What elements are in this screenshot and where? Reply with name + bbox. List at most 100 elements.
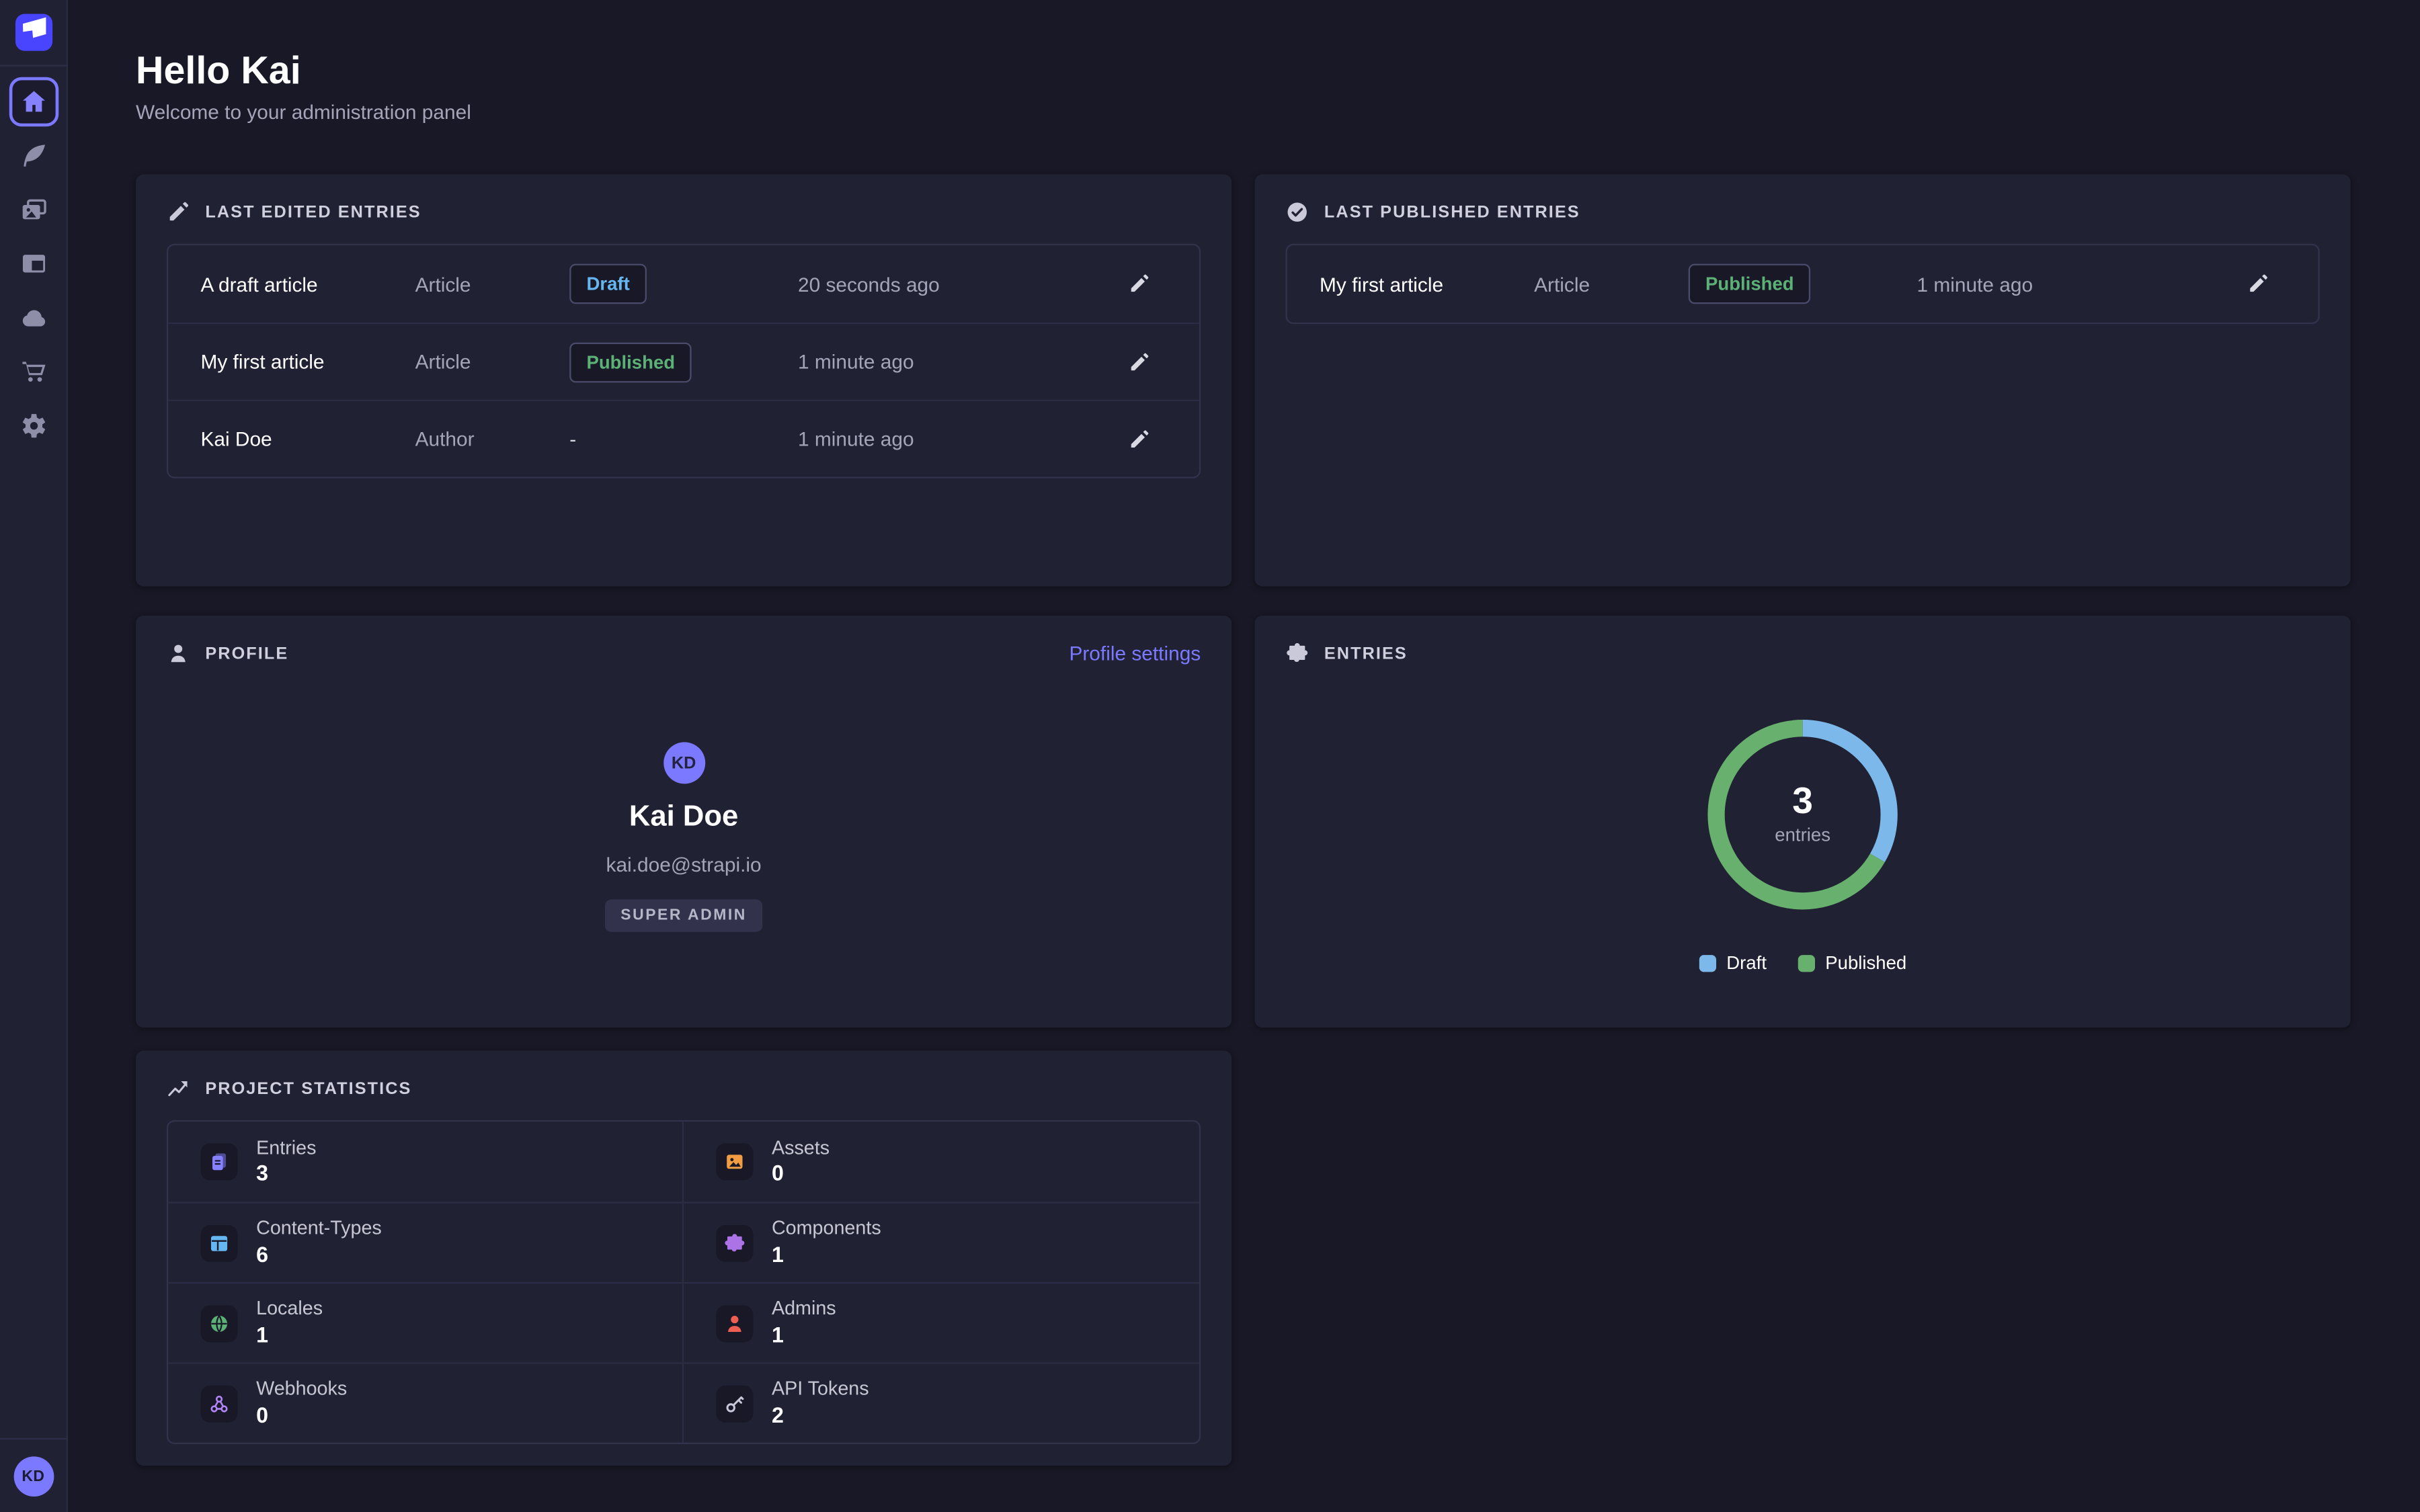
strapi-admin-dashboard: KD Hello Kai Welcome to your administrat… bbox=[0, 0, 2420, 1512]
gear-icon bbox=[19, 412, 47, 439]
stat-icon-tile bbox=[716, 1304, 753, 1341]
pencil-icon bbox=[1128, 428, 1150, 450]
pencil-icon bbox=[1128, 351, 1150, 372]
sidebar-item-settings[interactable] bbox=[9, 401, 58, 450]
stat-locales: Locales1 bbox=[168, 1282, 684, 1362]
stat-label: Components bbox=[772, 1218, 881, 1240]
stat-label: Entries bbox=[256, 1137, 316, 1159]
person-icon bbox=[724, 1312, 745, 1334]
card-header: LAST PUBLISHED ENTRIES bbox=[1255, 174, 2351, 243]
stat-assets: Assets0 bbox=[684, 1122, 1199, 1202]
table-row[interactable]: My first articleArticlePublished1 minute… bbox=[168, 323, 1199, 400]
sidebar-item-content-manager[interactable] bbox=[9, 131, 58, 180]
sidebar-item-media-library[interactable] bbox=[9, 185, 58, 235]
layout-icon bbox=[19, 250, 47, 278]
sidebar-item-deploy[interactable] bbox=[9, 293, 58, 342]
stat-label: Admins bbox=[772, 1298, 836, 1320]
card-title: LAST PUBLISHED ENTRIES bbox=[1324, 203, 1580, 222]
stat-value: 1 bbox=[772, 1242, 881, 1268]
images-icon bbox=[19, 196, 47, 224]
last-published-table: My first articleArticlePublished1 minute… bbox=[1285, 244, 2319, 324]
last-edited-table: A draft articleArticleDraft20 seconds ag… bbox=[167, 244, 1201, 478]
sidebar-divider-bottom bbox=[0, 1438, 67, 1439]
stat-icon-tile bbox=[200, 1385, 237, 1422]
puzzle-icon bbox=[1285, 642, 1308, 665]
card-header: LAST EDITED ENTRIES bbox=[136, 174, 1232, 243]
table-row[interactable]: A draft articleArticleDraft20 seconds ag… bbox=[168, 245, 1199, 323]
entry-name: A draft article bbox=[200, 272, 415, 295]
entries-total-label: entries bbox=[1775, 824, 1830, 845]
card-title: PROJECT STATISTICS bbox=[205, 1079, 411, 1098]
stat-webhooks: Webhooks0 bbox=[168, 1362, 684, 1442]
stat-label: Locales bbox=[256, 1298, 323, 1320]
legend-item-published: Published bbox=[1798, 952, 1906, 974]
entry-updated: 1 minute ago bbox=[798, 427, 1111, 450]
entry-status-cell: Published bbox=[1689, 264, 1917, 304]
status-badge: Published bbox=[569, 342, 692, 382]
stat-icon-tile bbox=[200, 1224, 237, 1261]
entry-updated: 1 minute ago bbox=[798, 350, 1111, 373]
status-badge: Published bbox=[1689, 264, 1811, 304]
main-content: Hello Kai Welcome to your administration… bbox=[68, 0, 2420, 1512]
edit-entry-button[interactable] bbox=[1111, 422, 1167, 456]
entry-updated: 1 minute ago bbox=[1917, 272, 2230, 295]
legend-label: Published bbox=[1825, 952, 1906, 974]
stat-content-types: Content-Types6 bbox=[168, 1202, 684, 1282]
entry-type: Article bbox=[415, 272, 570, 295]
edit-entry-button[interactable] bbox=[1111, 345, 1167, 379]
card-title: ENTRIES bbox=[1324, 644, 1408, 663]
stat-icon-tile bbox=[200, 1304, 237, 1341]
table-row[interactable]: My first articleArticlePublished1 minute… bbox=[1287, 245, 2318, 323]
entry-name: Kai Doe bbox=[200, 427, 415, 450]
puzzle-piece-icon bbox=[724, 1232, 745, 1253]
user-avatar[interactable]: KD bbox=[13, 1456, 54, 1497]
check-circle-icon bbox=[1285, 200, 1308, 223]
pencil-icon bbox=[1128, 273, 1150, 294]
card-header: ENTRIES bbox=[1255, 616, 2351, 685]
cart-icon bbox=[19, 358, 47, 386]
entry-type: Author bbox=[415, 427, 570, 450]
entry-name: My first article bbox=[1320, 272, 1534, 295]
profile-name: Kai Doe bbox=[629, 801, 738, 835]
image-icon bbox=[724, 1151, 745, 1173]
stat-value: 3 bbox=[256, 1161, 316, 1187]
cloud-icon bbox=[19, 304, 47, 331]
stat-entries: Entries3 bbox=[168, 1122, 684, 1202]
legend-swatch bbox=[1699, 954, 1716, 971]
strapi-logo-icon bbox=[15, 10, 52, 47]
entries-donut-chart: 3 entries bbox=[1707, 719, 1898, 911]
table-row[interactable]: Kai DoeAuthor- 1 minute ago bbox=[168, 400, 1199, 477]
legend-label: Draft bbox=[1726, 952, 1767, 974]
sidebar-item-marketplace[interactable] bbox=[9, 347, 58, 396]
stat-label: Content-Types bbox=[256, 1218, 382, 1240]
last-edited-entries-card: LAST EDITED ENTRIES A draft articleArtic… bbox=[136, 174, 1232, 586]
chart-legend: Draft Published bbox=[1255, 952, 2351, 974]
workspace-logo-button[interactable] bbox=[15, 14, 52, 51]
edit-entry-button[interactable] bbox=[2230, 267, 2286, 301]
donut-center: 3 entries bbox=[1707, 719, 1898, 911]
profile-email: kai.doe@strapi.io bbox=[606, 853, 762, 876]
status-empty: - bbox=[569, 427, 576, 450]
sidebar-nav bbox=[9, 67, 58, 1438]
pencil-icon bbox=[167, 200, 190, 223]
sidebar-item-home[interactable] bbox=[9, 77, 58, 126]
stat-icon-tile bbox=[716, 1224, 753, 1261]
key-icon bbox=[724, 1392, 745, 1414]
layout-grid-icon bbox=[208, 1232, 230, 1253]
stat-label: Assets bbox=[772, 1137, 830, 1159]
sidebar-item-content-type-builder[interactable] bbox=[9, 239, 58, 288]
stat-api-tokens: API Tokens2 bbox=[684, 1362, 1199, 1442]
entries-total: 3 bbox=[1792, 784, 1813, 821]
page-title: Hello Kai bbox=[136, 49, 301, 94]
stat-icon-tile bbox=[716, 1143, 753, 1180]
entry-type: Article bbox=[415, 350, 570, 373]
stat-components: Components1 bbox=[684, 1202, 1199, 1282]
statistics-grid: Entries3Assets0Content-Types6Components1… bbox=[167, 1120, 1201, 1444]
profile-settings-link[interactable]: Profile settings bbox=[1069, 642, 1201, 665]
entry-status-cell: - bbox=[569, 425, 798, 453]
stat-value: 0 bbox=[772, 1161, 830, 1187]
document-icon bbox=[208, 1151, 230, 1173]
edit-entry-button[interactable] bbox=[1111, 267, 1167, 301]
person-icon bbox=[167, 642, 190, 665]
stat-value: 6 bbox=[256, 1242, 382, 1268]
